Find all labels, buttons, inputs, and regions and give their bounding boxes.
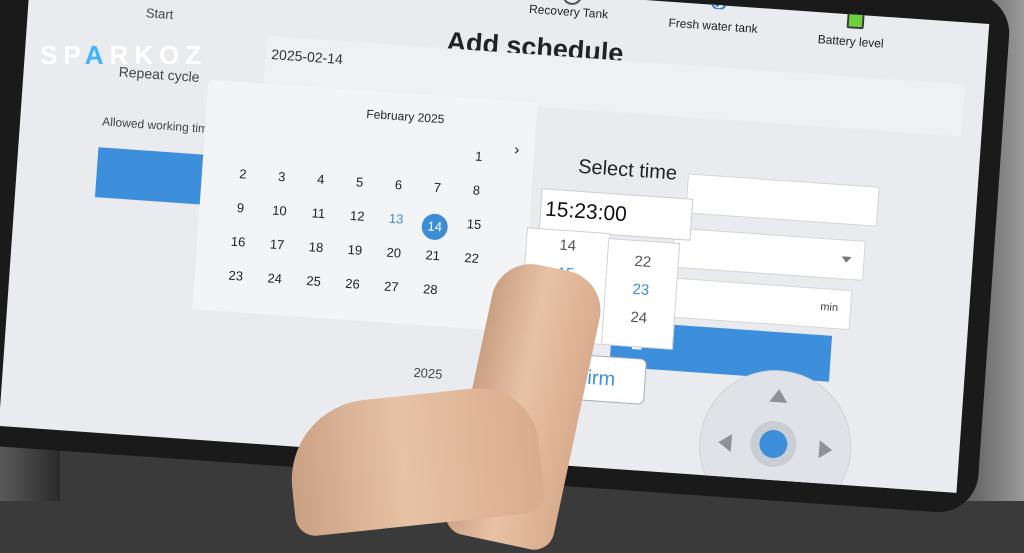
calendar-day[interactable]: 1 <box>465 148 492 165</box>
calendar-panel: February 2025 › 1 2 3 4 5 6 7 8 9 10 11 12 13 14 15 16 1… <box>192 79 538 333</box>
chevron-down-icon <box>841 256 852 264</box>
calendar-day[interactable]: 18 <box>303 239 330 256</box>
calendar-day[interactable]: 26 <box>339 275 366 292</box>
battery-label: Battery level <box>817 32 885 51</box>
calendar-day[interactable]: 19 <box>341 241 368 258</box>
calendar-day[interactable]: 17 <box>264 236 291 253</box>
arrow-up-icon[interactable] <box>769 388 789 403</box>
minute-item-selected[interactable]: 23 <box>605 279 676 301</box>
calendar-day[interactable]: 3 <box>268 168 295 185</box>
joystick-pad[interactable] <box>694 365 857 493</box>
working-time-dropdown[interactable] <box>671 227 866 281</box>
joystick-knob[interactable] <box>748 419 798 469</box>
unit-min-label: min <box>819 300 839 315</box>
repeat-cycle-field[interactable] <box>685 173 880 227</box>
calendar-day[interactable]: 24 <box>261 270 288 287</box>
calendar-day[interactable]: 27 <box>378 278 405 295</box>
calendar-day[interactable]: 9 <box>227 199 254 216</box>
recovery-tank-status: Recovery Tank <box>529 0 609 23</box>
minute-item-prev[interactable]: 22 <box>607 251 678 273</box>
select-time-label: Select time <box>577 155 678 185</box>
calendar-day[interactable]: 8 <box>463 182 490 199</box>
calendar-month-label: February 2025 <box>365 106 445 127</box>
calendar-day[interactable]: 6 <box>385 176 412 193</box>
recovery-tank-label: Recovery Tank <box>528 1 609 22</box>
calendar-day[interactable]: 4 <box>307 171 334 188</box>
brand-logo: SPARKOZ <box>40 40 208 70</box>
hour-item-prev[interactable]: 14 <box>526 234 609 257</box>
calendar-day[interactable]: 13 <box>383 210 410 227</box>
arrow-left-icon[interactable] <box>717 433 732 453</box>
calendar-day[interactable]: 12 <box>344 208 371 225</box>
calendar-day[interactable]: 16 <box>225 233 252 250</box>
calendar-day[interactable]: 2 <box>229 165 256 182</box>
calendar-day[interactable]: 22 <box>458 250 485 267</box>
calendar-day[interactable]: 23 <box>222 267 249 284</box>
calendar-day[interactable]: 15 <box>461 216 488 233</box>
calendar-day[interactable]: 28 <box>417 281 444 298</box>
fresh-water-label: Fresh water tank <box>668 15 759 36</box>
date-value: 2025-02-14 <box>270 46 344 68</box>
minute-picker-column[interactable]: 22 23 24 <box>600 238 681 350</box>
start-label: Start <box>145 5 174 23</box>
calendar-day[interactable]: 10 <box>266 202 293 219</box>
footer-year: 2025 <box>413 364 443 382</box>
calendar-day[interactable]: 20 <box>380 244 407 261</box>
calendar-grid: 1 2 3 4 5 6 7 8 9 10 11 12 13 14 15 16 17 18 19 20 21 22 23 24 2… <box>221 132 502 320</box>
calendar-day[interactable]: 21 <box>419 247 446 264</box>
calendar-day-selected[interactable]: 14 <box>420 212 449 241</box>
time-value: 15:23:00 <box>544 197 628 227</box>
battery-status: Battery level <box>817 2 885 53</box>
fresh-water-status: Fresh water tank <box>668 0 759 38</box>
joystick-center-icon <box>758 429 789 459</box>
calendar-day[interactable]: 11 <box>305 205 332 222</box>
calendar-day[interactable]: 7 <box>424 179 451 196</box>
minute-item-next[interactable]: 24 <box>603 307 674 329</box>
calendar-day[interactable]: 5 <box>346 174 373 191</box>
arrow-right-icon[interactable] <box>818 440 833 460</box>
calendar-day[interactable]: 25 <box>300 273 327 290</box>
chevron-right-icon[interactable]: › <box>514 141 520 158</box>
allowed-working-time-label: Allowed working time <box>101 114 216 137</box>
